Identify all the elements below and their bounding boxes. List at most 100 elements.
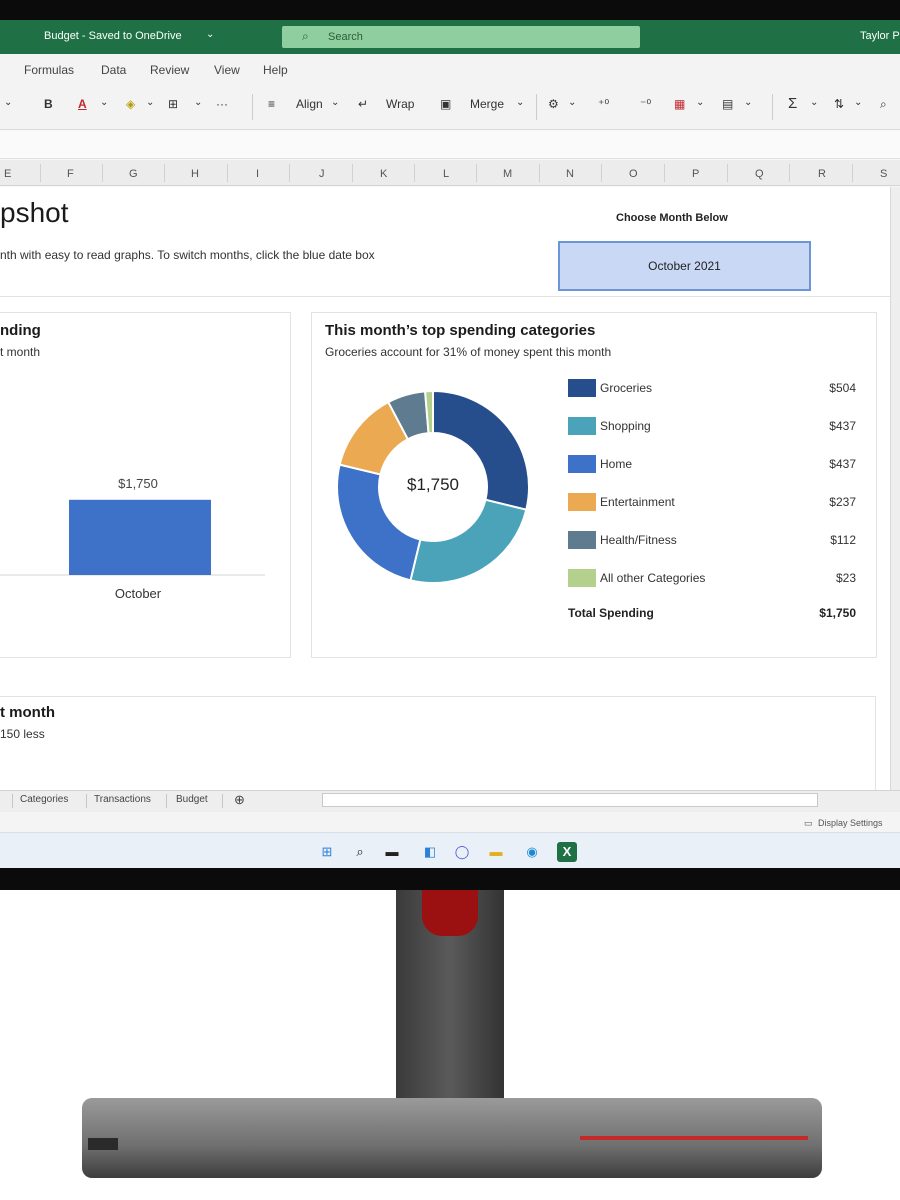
gridline bbox=[352, 164, 353, 182]
menu-item-help[interactable]: Help bbox=[263, 63, 288, 77]
menu-item-view[interactable]: View bbox=[214, 63, 240, 77]
autosum-button[interactable]: Σ bbox=[788, 95, 797, 112]
chevron-down-icon[interactable]: ⌄ bbox=[100, 97, 108, 108]
column-header[interactable]: G bbox=[129, 168, 138, 180]
chevron-down-icon[interactable]: ⌄ bbox=[854, 97, 862, 108]
donut-center-label: $1,750 bbox=[407, 475, 459, 494]
legend-item-other[interactable]: All other Categories $23 bbox=[568, 568, 860, 588]
windows-taskbar: ⊞ ⌕ ▬ ◧ ◯ ▬ ◉ X bbox=[0, 832, 900, 868]
merge-button[interactable]: Merge bbox=[470, 97, 504, 111]
borders-icon[interactable]: ⊞ bbox=[168, 97, 178, 111]
column-header[interactable]: F bbox=[67, 168, 74, 180]
format-table-icon[interactable]: ▤ bbox=[722, 97, 733, 111]
status-bar: ▭ Display Settings bbox=[0, 812, 900, 832]
column-header[interactable]: R bbox=[818, 168, 826, 180]
vertical-scrollbar[interactable] bbox=[890, 187, 900, 790]
bold-button[interactable]: B bbox=[44, 97, 53, 111]
column-header[interactable]: N bbox=[566, 168, 574, 180]
increase-decimal-icon[interactable]: ⁺⁰ bbox=[598, 97, 609, 111]
column-header[interactable]: I bbox=[256, 168, 259, 180]
bar-october[interactable] bbox=[69, 499, 211, 575]
align-button[interactable]: Align bbox=[296, 97, 323, 111]
column-header[interactable]: K bbox=[380, 168, 387, 180]
chevron-down-icon[interactable]: ⌄ bbox=[4, 97, 12, 108]
chevron-down-icon[interactable]: ⌄ bbox=[331, 97, 339, 108]
search-icon: ⌕ bbox=[302, 29, 309, 43]
legend-item-home[interactable]: Home $437 bbox=[568, 454, 860, 474]
search-placeholder: Search bbox=[328, 31, 363, 43]
formula-bar[interactable] bbox=[0, 131, 900, 159]
ribbon-separator bbox=[536, 94, 537, 120]
legend-value: $437 bbox=[829, 457, 856, 471]
user-name[interactable]: Taylor P bbox=[860, 30, 900, 42]
menu-item-data[interactable]: Data bbox=[101, 63, 126, 77]
legend-item-entertainment[interactable]: Entertainment $237 bbox=[568, 492, 860, 512]
file-explorer-icon[interactable]: ▬ bbox=[486, 842, 506, 862]
gridline bbox=[852, 164, 853, 182]
number-format-icon[interactable]: ⚙ bbox=[548, 97, 559, 111]
tab-budget[interactable]: Budget bbox=[176, 794, 208, 805]
legend-value: $112 bbox=[830, 533, 856, 547]
align-icon[interactable]: ≡ bbox=[268, 97, 275, 111]
right-card-title: This month’s top spending categories bbox=[325, 322, 596, 339]
display-settings-label[interactable]: Display Settings bbox=[818, 818, 883, 828]
conditional-format-icon[interactable]: ▦ bbox=[674, 97, 685, 111]
column-header[interactable]: L bbox=[443, 168, 449, 180]
wrap-button[interactable]: Wrap bbox=[386, 97, 414, 111]
chevron-down-icon[interactable]: ⌄ bbox=[696, 97, 704, 108]
legend-item-health-fitness[interactable]: Health/Fitness $112 bbox=[568, 530, 860, 550]
excel-icon[interactable]: X bbox=[557, 842, 577, 862]
chevron-down-icon[interactable]: ⌄ bbox=[194, 97, 202, 108]
widgets-icon[interactable]: ◧ bbox=[420, 842, 440, 862]
fill-color-icon[interactable]: ◈ bbox=[126, 97, 135, 111]
donut-slice-shopping[interactable] bbox=[409, 498, 528, 584]
right-card-subtitle: Groceries account for 31% of money spent… bbox=[325, 345, 612, 359]
month-selector[interactable]: October 2021 bbox=[558, 241, 811, 291]
menu-item-review[interactable]: Review bbox=[150, 63, 189, 77]
horizontal-scrollbar[interactable] bbox=[322, 793, 818, 807]
search-box[interactable]: ⌕ Search bbox=[282, 26, 640, 48]
monitor-screen: Budget - Saved to OneDrive ⌄ ⌕ Search Ta… bbox=[0, 0, 900, 878]
more-options-button[interactable]: ··· bbox=[216, 97, 228, 111]
legend-label: All other Categories bbox=[600, 571, 706, 585]
windows-icon[interactable]: ⊞ bbox=[317, 842, 337, 862]
tab-transactions[interactable]: Transactions bbox=[94, 794, 151, 805]
chevron-down-icon[interactable]: ⌄ bbox=[206, 29, 214, 40]
menu-bar: Formulas Data Review View Help bbox=[0, 54, 900, 84]
chat-icon[interactable]: ◯ bbox=[452, 842, 472, 862]
legend-item-groceries[interactable]: Groceries $504 bbox=[568, 378, 860, 398]
find-icon[interactable]: ⌕ bbox=[880, 97, 887, 112]
search-icon[interactable]: ⌕ bbox=[350, 842, 370, 862]
column-header[interactable]: S bbox=[880, 168, 887, 180]
column-header[interactable]: Q bbox=[755, 168, 764, 180]
merge-icon[interactable]: ▣ bbox=[440, 97, 451, 111]
left-card-subtitle: t month bbox=[0, 345, 41, 359]
menu-item-formulas[interactable]: Formulas bbox=[24, 63, 74, 77]
wrap-icon[interactable]: ↵ bbox=[358, 97, 368, 111]
column-header[interactable]: O bbox=[629, 168, 638, 180]
column-header[interactable]: J bbox=[319, 168, 325, 180]
column-header[interactable]: H bbox=[191, 168, 199, 180]
chevron-down-icon[interactable]: ⌄ bbox=[516, 97, 524, 108]
add-sheet-button[interactable]: ⊕ bbox=[234, 792, 245, 808]
sort-filter-icon[interactable]: ⇅ bbox=[834, 97, 844, 111]
chevron-down-icon[interactable]: ⌄ bbox=[810, 97, 818, 108]
chevron-down-icon[interactable]: ⌄ bbox=[146, 97, 154, 108]
page-title: pshot bbox=[0, 197, 69, 228]
document-title[interactable]: Budget - Saved to OneDrive bbox=[44, 30, 182, 42]
column-header[interactable]: M bbox=[503, 168, 512, 180]
decrease-decimal-icon[interactable]: ⁻⁰ bbox=[640, 97, 651, 111]
chevron-down-icon[interactable]: ⌄ bbox=[744, 97, 752, 108]
tab-categories[interactable]: Categories bbox=[20, 794, 68, 805]
gridline bbox=[539, 164, 540, 182]
legend-item-shopping[interactable]: Shopping $437 bbox=[568, 416, 860, 436]
task-view-icon[interactable]: ▬ bbox=[382, 842, 402, 862]
display-settings-icon[interactable]: ▭ bbox=[804, 818, 813, 829]
legend-value: $23 bbox=[835, 571, 856, 585]
column-header[interactable]: P bbox=[692, 168, 699, 180]
column-header[interactable]: E bbox=[4, 168, 11, 180]
chevron-down-icon[interactable]: ⌄ bbox=[568, 97, 576, 108]
legend-swatch bbox=[568, 569, 596, 587]
edge-icon[interactable]: ◉ bbox=[522, 842, 542, 862]
font-color-icon[interactable]: A bbox=[78, 97, 87, 111]
